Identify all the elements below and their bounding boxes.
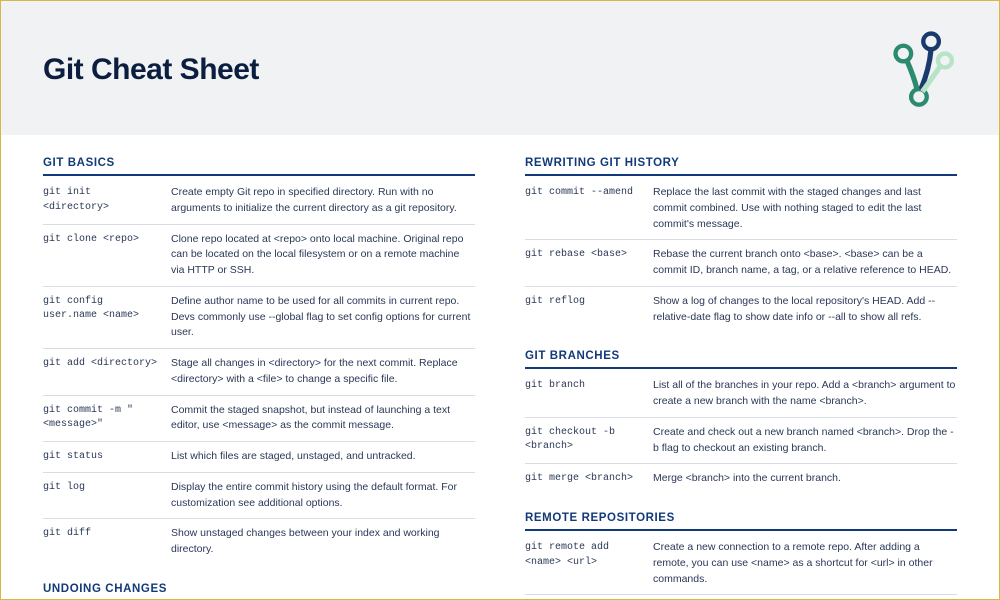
left-column: GIT BASICS git init <directory> Create emp… (43, 157, 475, 599)
right-column: REWRITING GIT HISTORYgit commit --amendR… (525, 157, 957, 599)
command-row: git commit -m "<message>" Commit the stag… (43, 396, 475, 443)
command-text: git remote add <name> <url> (525, 540, 643, 587)
command-row: git reflog Show a log of changes to the l… (525, 287, 957, 333)
command-description: List all of the branches in your repo. A… (653, 378, 957, 410)
command-description: Stage all changes in <directory> for the… (171, 356, 475, 388)
command-row: git remote add <name> <url>Create a new … (525, 533, 957, 595)
command-row: git checkout -b <branch> Create and check… (525, 418, 957, 465)
command-description: Show a log of changes to the local repos… (653, 294, 957, 326)
command-row: git add <directory> Stage all changes in … (43, 349, 475, 396)
section-title: UNDOING CHANGES (43, 583, 475, 599)
command-description: Clone repo located at <repo> onto local … (171, 232, 475, 279)
command-description: Commit the staged snapshot, but instead … (171, 403, 475, 435)
command-text: git status (43, 449, 161, 465)
command-text: git config user.name <name> (43, 294, 161, 341)
section-title: GIT BRANCHES (525, 350, 957, 369)
command-text: git commit -m "<message>" (43, 403, 161, 435)
command-row: git diff Show unstaged changes between yo… (43, 519, 475, 565)
command-text: git log (43, 480, 161, 512)
command-description: Define author name to be used for all co… (171, 294, 475, 341)
command-text: git rebase <base> (525, 247, 643, 279)
git-branch-logo (867, 31, 957, 109)
section: REMOTE REPOSITORIES git remote add <name>… (525, 512, 957, 599)
section: REWRITING GIT HISTORYgit commit --amendR… (525, 157, 957, 332)
command-description: Replace the last commit with the staged … (653, 185, 957, 232)
page-title: Git Cheat Sheet (43, 53, 259, 87)
command-row: git rebase <base> Rebase the current bran… (525, 240, 957, 287)
command-text: git checkout -b <branch> (525, 425, 643, 457)
command-row: git fetch <remote> <branch>Fetches a spe… (525, 595, 957, 599)
command-row: git log Display the entire commit history… (43, 473, 475, 520)
section-title: REMOTE REPOSITORIES (525, 512, 957, 531)
command-row: git branch List all of the branches in yo… (525, 371, 957, 418)
command-row: git merge <branch> Merge <branch> into th… (525, 464, 957, 494)
command-row: git status List which files are staged, u… (43, 442, 475, 473)
command-description: Merge <branch> into the current branch. (653, 471, 957, 487)
command-description: Rebase the current branch onto <base>. <… (653, 247, 957, 279)
section-title: GIT BASICS (43, 157, 475, 176)
content-area: GIT BASICS git init <directory> Create emp… (1, 135, 999, 599)
command-row: git init <directory> Create empty Git rep… (43, 178, 475, 225)
command-text: git branch (525, 378, 643, 410)
section: GIT BRANCHES git branch List all of the br… (525, 350, 957, 494)
command-text: git diff (43, 526, 161, 558)
section: GIT BASICS git init <directory> Create emp… (43, 157, 475, 565)
command-row: git commit --amendReplace the last commi… (525, 178, 957, 240)
command-description: Create and check out a new branch named … (653, 425, 957, 457)
section: UNDOING CHANGESgit revert <commit>Create… (43, 583, 475, 599)
header: Git Cheat Sheet (1, 1, 999, 135)
command-text: git reflog (525, 294, 643, 326)
command-text: git commit --amend (525, 185, 643, 232)
command-text: git init <directory> (43, 185, 161, 217)
command-description: List which files are staged, unstaged, a… (171, 449, 475, 465)
command-row: git config user.name <name>Define author… (43, 287, 475, 349)
command-row: git clone <repo>Clone repo located at <r… (43, 225, 475, 287)
command-text: git merge <branch> (525, 471, 643, 487)
command-text: git clone <repo> (43, 232, 161, 279)
cheat-sheet-page: Git Cheat Sheet GIT BASICS git init <dire… (0, 0, 1000, 600)
command-description: Display the entire commit history using … (171, 480, 475, 512)
command-description: Create a new connection to a remote repo… (653, 540, 957, 587)
command-text: git add <directory> (43, 356, 161, 388)
command-description: Show unstaged changes between your index… (171, 526, 475, 558)
section-title: REWRITING GIT HISTORY (525, 157, 957, 176)
command-description: Create empty Git repo in specified direc… (171, 185, 475, 217)
